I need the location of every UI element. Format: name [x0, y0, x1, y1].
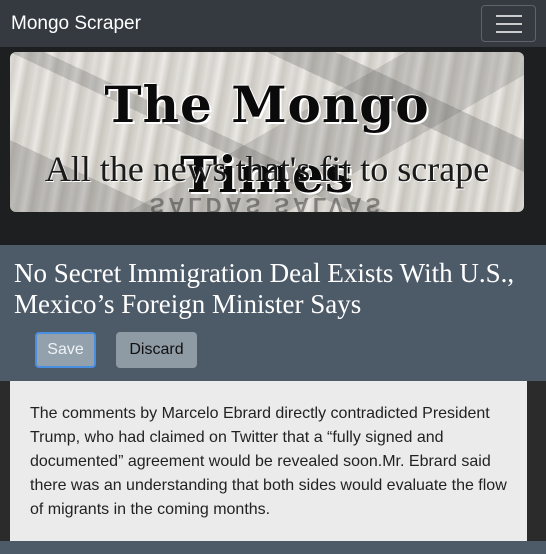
next-card-edge	[0, 541, 546, 554]
hamburger-line	[495, 30, 522, 33]
navbar-brand[interactable]: Mongo Scraper	[11, 13, 141, 35]
banner-subtitle: All the news that's fit to scrape	[44, 149, 490, 189]
navbar: Mongo Scraper	[0, 0, 546, 47]
article-summary: The comments by Marcelo Ebrard directly …	[10, 381, 527, 541]
hamburger-line	[495, 22, 522, 25]
save-button[interactable]: Save	[35, 332, 96, 368]
banner-newspaper-text: SALDAS SALVAS	[149, 193, 385, 212]
hamburger-menu-icon[interactable]	[481, 5, 536, 42]
banner-image: The Mongo Times All the news that's fit …	[10, 52, 524, 212]
discard-button[interactable]: Discard	[116, 332, 197, 368]
hamburger-line	[495, 14, 522, 17]
article-headline[interactable]: No Secret Immigration Deal Exists With U…	[14, 258, 534, 320]
